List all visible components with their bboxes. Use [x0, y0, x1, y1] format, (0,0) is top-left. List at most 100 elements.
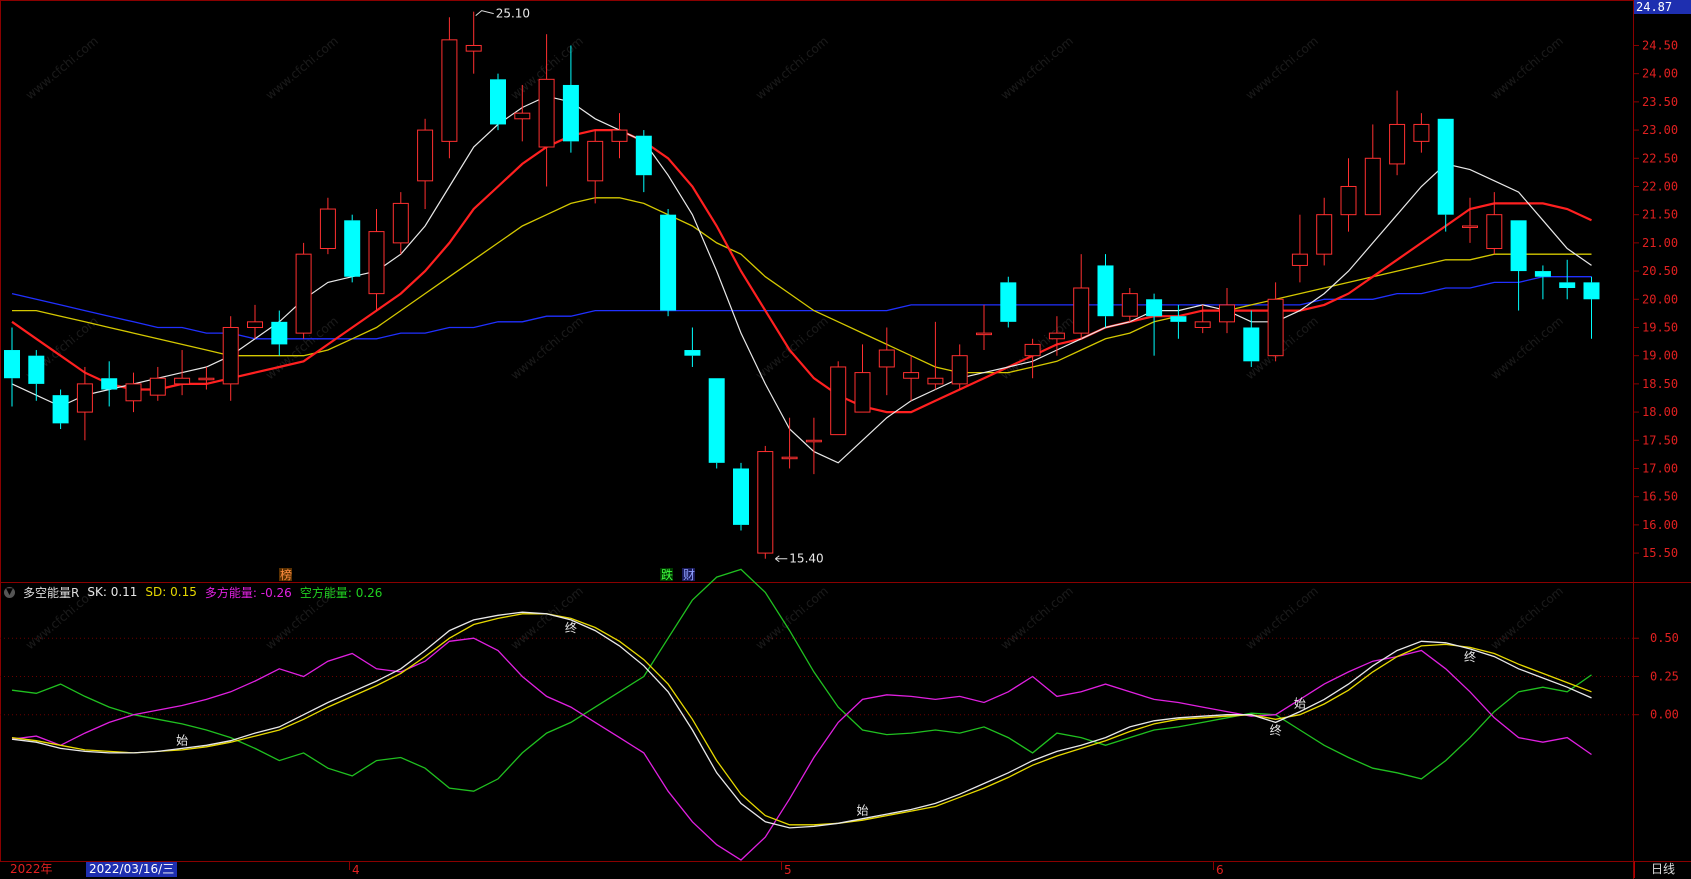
candle [1437, 118, 1454, 232]
indicator-tick-label: 0.25 [1650, 669, 1679, 683]
candle-body-down [1510, 220, 1527, 272]
candle-body-up [514, 112, 531, 120]
candle [222, 316, 239, 401]
candle-body-up [295, 253, 312, 334]
candle-body-up [149, 377, 166, 396]
sd-line [11, 613, 1592, 826]
ma5-line [11, 95, 1592, 464]
candle [1389, 90, 1406, 176]
indicator-name[interactable]: 多空能量R [23, 584, 79, 601]
price-tick-label: 20.00 [1642, 292, 1678, 306]
candle-body-up [1486, 214, 1503, 250]
candle [1073, 254, 1090, 339]
candle [903, 355, 920, 401]
candle [52, 389, 69, 429]
price-tick-label: 16.00 [1642, 518, 1678, 532]
candle [927, 321, 944, 390]
candle-body-down [1097, 265, 1114, 317]
watermark-text: www.cfchi.com [1243, 584, 1321, 653]
candle [319, 197, 336, 255]
year-label: 2022年 [10, 862, 53, 876]
period-button[interactable]: 日线 [1634, 861, 1691, 878]
candle-body-down [28, 355, 45, 384]
candle-body-up [198, 377, 215, 381]
watermark-text: www.cfchi.com [23, 34, 101, 103]
candle-body-up [1340, 185, 1357, 216]
signal-end: 终 [1464, 649, 1476, 664]
month-tick-4: 4 [352, 863, 360, 877]
watermark-text: www.cfchi.com [1488, 34, 1566, 103]
price-tick-label: 23.00 [1642, 123, 1678, 137]
chevron-down-icon[interactable]: ▼ [4, 586, 15, 598]
candle [976, 304, 992, 351]
candle-body-down [101, 378, 118, 390]
candle [125, 372, 142, 413]
candle-body-up [587, 140, 604, 182]
candle-body-down [708, 378, 725, 463]
marker-die[interactable]: 跌 [661, 567, 673, 582]
candle [1170, 304, 1187, 339]
candle-body-down [1000, 282, 1017, 322]
candle [344, 214, 361, 283]
candle-body-down [1170, 316, 1187, 322]
candle [1534, 265, 1551, 300]
signal-start: 始 [176, 733, 188, 747]
candle-body-up [951, 355, 968, 385]
candle [198, 366, 215, 390]
candle [830, 361, 847, 436]
candle-body-down [733, 468, 749, 525]
moving-average-lines [11, 95, 1592, 464]
price-tick-label: 22.00 [1642, 179, 1678, 193]
sk-label: SK: [87, 585, 107, 599]
candle [1316, 197, 1333, 266]
signal-end: 终 [1270, 722, 1282, 737]
watermark-text: www.cfchi.com [753, 314, 831, 383]
candle [1364, 124, 1381, 216]
candle [1583, 276, 1600, 339]
candle [174, 350, 191, 396]
candle-body-down [1146, 299, 1163, 317]
watermark-text: www.cfchi.com [508, 584, 586, 653]
candle-body-up [878, 349, 895, 368]
kong-legend: 空方能量: 0.26 [300, 584, 383, 601]
candle-body-up [538, 78, 555, 148]
candle-body-up [368, 231, 385, 295]
marker-cai[interactable]: 财 [683, 568, 695, 582]
candle [781, 417, 798, 469]
candle [295, 242, 312, 339]
signal-end: 终 [565, 620, 577, 635]
candle [757, 445, 774, 559]
candle-body-down [52, 395, 69, 424]
watermark-text: www.cfchi.com [998, 584, 1076, 653]
duo-legend: 多方能量: -0.26 [205, 584, 292, 601]
duo-label: 多方能量: [204, 585, 257, 600]
candle [1413, 113, 1430, 153]
watermark-text: www.cfchi.com [1243, 34, 1321, 103]
candle-body-up [1267, 298, 1284, 357]
candle-body-down [1559, 282, 1576, 288]
candle [611, 113, 628, 159]
candle-body-down [660, 214, 677, 311]
candle-body-up [830, 366, 847, 436]
candle-body-down [684, 350, 701, 356]
candle-body-up [976, 332, 992, 336]
watermark-text: www.cfchi.com [1488, 584, 1566, 653]
candle [1486, 192, 1503, 255]
price-tick-label: 20.50 [1642, 264, 1678, 278]
candle [1462, 197, 1478, 243]
candle-body-up [1462, 225, 1478, 228]
high-label: 25.10 [496, 7, 530, 21]
candle-body-up [1364, 157, 1381, 216]
price-tick-label: 18.00 [1642, 405, 1678, 419]
candle-body-down [4, 350, 20, 379]
top-value: 24.87 [1636, 0, 1672, 14]
candle [878, 327, 895, 396]
candle [417, 118, 434, 210]
candle [1340, 158, 1357, 232]
candle-body-down [1243, 327, 1260, 362]
candle-body-up [1291, 253, 1308, 266]
candle [684, 327, 701, 367]
marker-bang[interactable]: 榜 [280, 567, 292, 582]
candle-body-up [611, 129, 628, 142]
candle-body-down [271, 321, 288, 345]
